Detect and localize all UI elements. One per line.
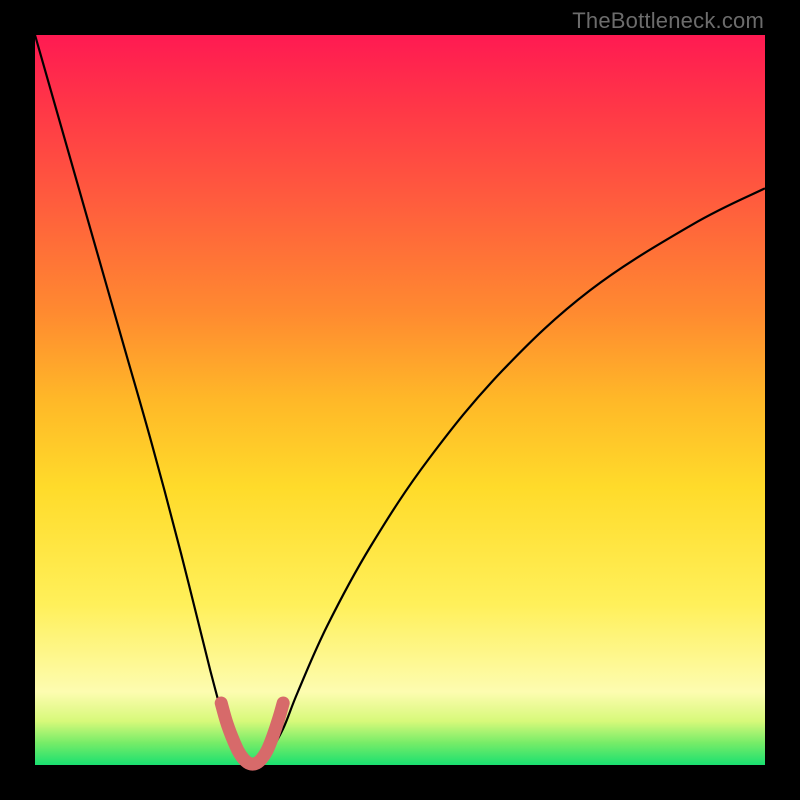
chart-frame: TheBottleneck.com: [0, 0, 800, 800]
curve-layer: [35, 35, 765, 765]
bottom-highlight: [221, 703, 283, 764]
watermark-text: TheBottleneck.com: [572, 8, 764, 34]
bottleneck-curve: [35, 35, 765, 765]
plot-area: [35, 35, 765, 765]
